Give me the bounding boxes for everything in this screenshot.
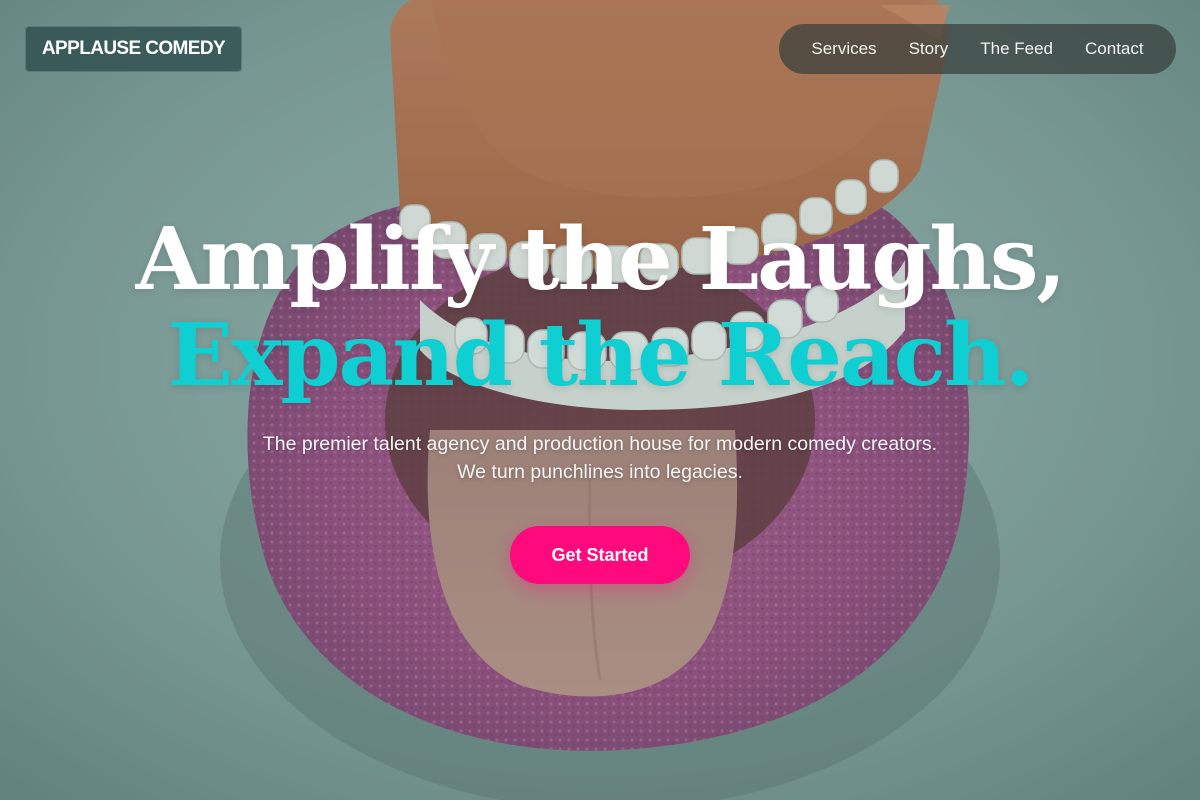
brand-logo[interactable]: APPLAUSE COMEDY (25, 26, 242, 72)
headline-line-accent: Expand the Reach. (167, 305, 1035, 406)
nav-link-services[interactable]: Services (811, 39, 876, 59)
get-started-button[interactable]: Get Started (510, 526, 690, 584)
hero-subtext: The premier talent agency and production… (262, 433, 938, 483)
nav-link-story[interactable]: Story (909, 39, 949, 59)
hero-headline: Amplify the Laughs, Expand the Reach. (0, 212, 1200, 404)
nav-link-the-feed[interactable]: The Feed (980, 39, 1053, 59)
nav-link-contact[interactable]: Contact (1085, 39, 1144, 59)
main-nav: Services Story The Feed Contact (779, 24, 1176, 74)
headline-line-primary: Amplify the Laughs, (135, 209, 1067, 310)
